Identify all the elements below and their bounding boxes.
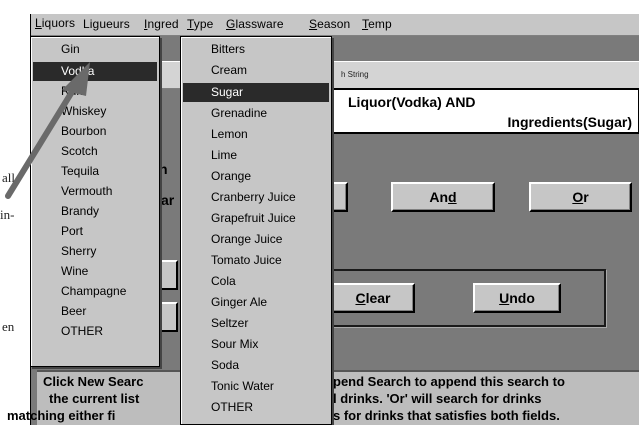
ingred-item-soda[interactable]: Soda bbox=[183, 356, 329, 375]
margin-text-in: in- bbox=[0, 207, 15, 222]
menu-ingred[interactable]: Ingred bbox=[144, 17, 179, 31]
ingred-item-cranberry-juice[interactable]: Cranberry Juice bbox=[183, 188, 329, 207]
ingred-item-cream[interactable]: Cream bbox=[183, 61, 329, 80]
liquor-item-vermouth[interactable]: Vermouth bbox=[33, 182, 157, 201]
search-string-display: Liquor(Vodka) AND Ingredients(Sugar) bbox=[331, 88, 639, 134]
and-button[interactable]: And bbox=[391, 182, 495, 212]
fragment-h: h bbox=[159, 161, 168, 177]
new-search-button-partial[interactable] bbox=[331, 182, 348, 212]
help-line-1a: Click New Searc bbox=[43, 374, 144, 389]
ingred-item-grapefruit-juice[interactable]: Grapefruit Juice bbox=[183, 209, 329, 228]
ingred-item-tonic-water[interactable]: Tonic Water bbox=[183, 377, 329, 396]
liquor-item-bourbon[interactable]: Bourbon bbox=[33, 122, 157, 141]
ingred-item-orange-juice[interactable]: Orange Juice bbox=[183, 230, 329, 249]
menu-ligueurs[interactable]: Ligueurs bbox=[83, 17, 130, 31]
clear-button[interactable]: Clear bbox=[331, 283, 415, 313]
liquor-item-tequila[interactable]: Tequila bbox=[33, 162, 157, 181]
menu-season[interactable]: Season bbox=[309, 17, 350, 31]
liquor-item-beer[interactable]: Beer bbox=[33, 302, 157, 321]
liquor-item-port[interactable]: Port bbox=[33, 222, 157, 241]
ingred-item-cola[interactable]: Cola bbox=[183, 272, 329, 291]
search-line-2: Ingredients(Sugar) bbox=[507, 114, 632, 130]
liquor-item-gin[interactable]: Gin bbox=[33, 40, 157, 59]
ingred-item-bitters[interactable]: Bitters bbox=[183, 40, 329, 59]
help-line-3b: s for drinks that satisfies both fields. bbox=[333, 408, 560, 423]
menu-liquors[interactable]: Liquors bbox=[33, 15, 77, 31]
margin-text-all: all bbox=[2, 170, 15, 185]
menu-temp[interactable]: Temp bbox=[362, 17, 392, 31]
ingred-item-sour-mix[interactable]: Sour Mix bbox=[183, 335, 329, 354]
liquor-item-vodka[interactable]: Vodka bbox=[33, 62, 157, 81]
help-text-area: Click New Searc pend Search to append th… bbox=[7, 370, 639, 425]
ingred-item-lime[interactable]: Lime bbox=[183, 146, 329, 165]
liquor-item-brandy[interactable]: Brandy bbox=[33, 202, 157, 221]
ingredients-dropdown: Bitters Cream Sugar Grenadine Lemon Lime… bbox=[180, 36, 332, 425]
help-line-2b: l drinks. 'Or' will search for drinks bbox=[333, 391, 542, 406]
ingred-item-orange[interactable]: Orange bbox=[183, 167, 329, 186]
liquor-item-whiskey[interactable]: Whiskey bbox=[33, 102, 157, 121]
liquor-item-rum[interactable]: Rum bbox=[33, 82, 157, 101]
ingred-item-ginger-ale[interactable]: Ginger Ale bbox=[183, 293, 329, 312]
help-line-1b: pend Search to append this search to bbox=[333, 374, 565, 389]
liquor-item-scotch[interactable]: Scotch bbox=[33, 142, 157, 161]
ingred-item-seltzer[interactable]: Seltzer bbox=[183, 314, 329, 333]
liquor-item-other[interactable]: OTHER bbox=[33, 322, 157, 341]
menu-bar: Liquors Ligueurs Ingred Type Glassware S… bbox=[31, 14, 639, 36]
ingred-item-sugar[interactable]: Sugar bbox=[183, 83, 329, 102]
margin-text-en: en bbox=[2, 319, 15, 334]
search-line-1: Liquor(Vodka) AND bbox=[348, 94, 476, 110]
or-button[interactable]: Or bbox=[529, 182, 632, 212]
ingred-item-tomato-juice[interactable]: Tomato Juice bbox=[183, 251, 329, 270]
search-string-label: h String bbox=[341, 70, 369, 79]
help-line-2a: the current list bbox=[49, 391, 140, 406]
menu-type[interactable]: Type bbox=[187, 17, 213, 31]
liquor-item-champagne[interactable]: Champagne bbox=[33, 282, 157, 301]
liquors-dropdown: Gin Vodka Rum Whiskey Bourbon Scotch Teq… bbox=[30, 36, 160, 367]
undo-button[interactable]: Undo bbox=[473, 283, 561, 313]
fragment-ar: ar bbox=[161, 192, 175, 208]
liquor-item-wine[interactable]: Wine bbox=[33, 262, 157, 281]
menu-glassware[interactable]: Glassware bbox=[226, 17, 284, 31]
ingred-item-grenadine[interactable]: Grenadine bbox=[183, 104, 329, 123]
ingred-item-other[interactable]: OTHER bbox=[183, 398, 329, 417]
help-line-3a: matching either fi bbox=[7, 408, 116, 423]
liquor-item-sherry[interactable]: Sherry bbox=[33, 242, 157, 261]
ingred-item-lemon[interactable]: Lemon bbox=[183, 125, 329, 144]
